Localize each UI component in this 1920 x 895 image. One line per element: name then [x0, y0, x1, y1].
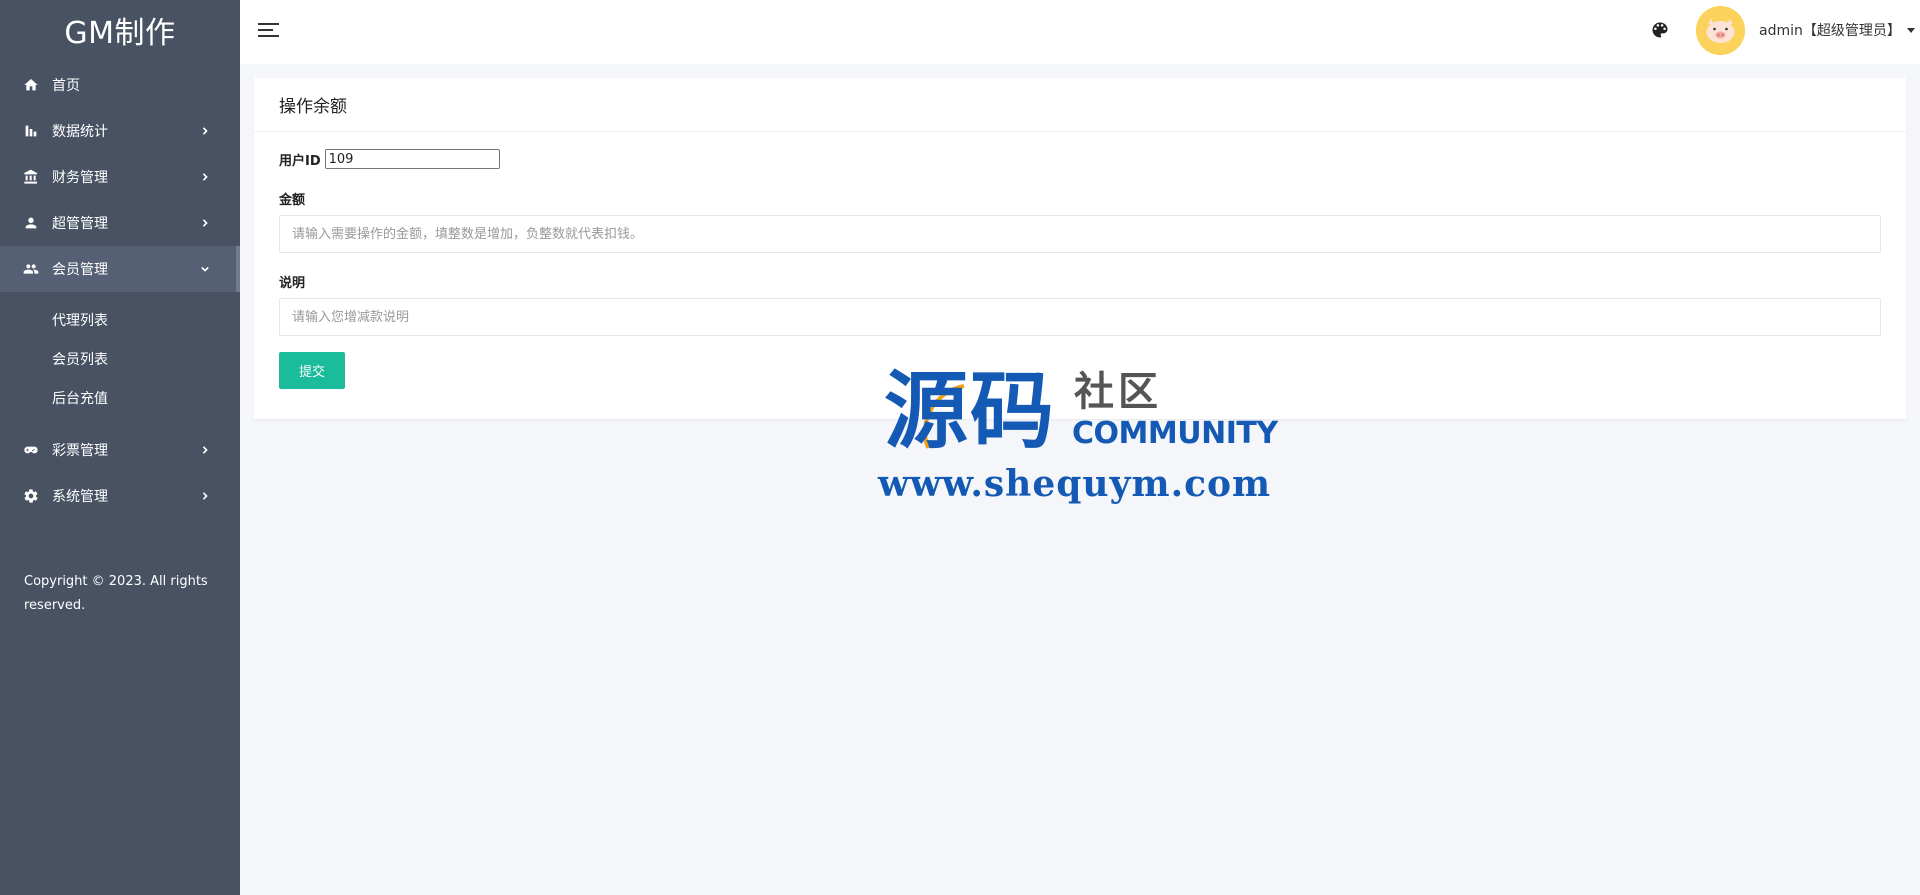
- sidebar: GM制作 首页 数据统计 财务管理 超管管理 会员管理 代理列表 会员列表 后台…: [0, 0, 240, 895]
- card-title: 操作余额: [254, 78, 1906, 132]
- sidebar-item-label: 会员管理: [52, 262, 108, 278]
- submit-button[interactable]: 提交: [279, 352, 345, 389]
- caret-down-icon: [1906, 27, 1915, 33]
- sidebar-item-stats[interactable]: 数据统计: [0, 108, 240, 154]
- submenu-item-member-list[interactable]: 会员列表: [0, 339, 240, 378]
- bank-icon: [22, 168, 40, 186]
- chevron-right-icon: [200, 172, 210, 182]
- app-root: GM制作 首页 数据统计 财务管理 超管管理 会员管理 代理列表 会员列表 后台…: [0, 0, 1920, 895]
- sidebar-menu: 首页 数据统计 财务管理 超管管理 会员管理: [0, 62, 240, 292]
- sidebar-item-label: 数据统计: [52, 124, 108, 140]
- sidebar-menu-lower: 彩票管理 系统管理: [0, 427, 240, 519]
- user-id-input[interactable]: [324, 149, 500, 169]
- palette-icon[interactable]: [1650, 20, 1670, 40]
- chevron-right-icon: [200, 445, 210, 455]
- amount-field-group: 金额: [279, 189, 1881, 253]
- chevron-right-icon: [200, 491, 210, 501]
- sidebar-item-finance[interactable]: 财务管理: [0, 154, 240, 200]
- home-icon: [22, 76, 40, 94]
- gear-icon: [22, 487, 40, 505]
- sidebar-item-label: 首页: [52, 78, 80, 94]
- sidebar-item-system[interactable]: 系统管理: [0, 473, 240, 519]
- person-icon: [22, 214, 40, 232]
- amount-label: 金额: [279, 193, 306, 208]
- chevron-right-icon: [200, 218, 210, 228]
- watermark-logo: 源码 社区 COMMUNITY www.shequym.com: [874, 368, 1286, 508]
- note-field-group: 说明: [279, 272, 1881, 336]
- copyright-text: Copyright © 2023. All rights reserved.: [24, 574, 208, 613]
- sidebar-item-home[interactable]: 首页: [0, 62, 240, 108]
- sidebar-item-superadmin[interactable]: 超管管理: [0, 200, 240, 246]
- user-dropdown[interactable]: admin【超级管理员】: [1759, 20, 1915, 40]
- sidebar-item-members[interactable]: 会员管理: [0, 246, 240, 292]
- user-id-label: 用户ID: [279, 153, 321, 169]
- balance-form: 用户ID 金额 说明 提交: [254, 132, 1906, 389]
- sidebar-item-label: 彩票管理: [52, 443, 108, 459]
- brand-title[interactable]: GM制作: [0, 0, 240, 60]
- avatar[interactable]: [1696, 6, 1745, 55]
- sidebar-item-label: 系统管理: [52, 489, 108, 505]
- chevron-down-icon: [200, 264, 210, 274]
- note-label: 说明: [279, 276, 306, 291]
- watermark-cn-sub: 社区: [1074, 369, 1162, 415]
- sidebar-item-label: 财务管理: [52, 170, 108, 186]
- bar-chart-icon: [22, 122, 40, 140]
- note-input[interactable]: [279, 298, 1881, 336]
- amount-input[interactable]: [279, 215, 1881, 253]
- members-submenu: 代理列表 会员列表 后台充值: [0, 292, 240, 425]
- top-header: admin【超级管理员】: [240, 0, 1920, 64]
- sidebar-item-lottery[interactable]: 彩票管理: [0, 427, 240, 473]
- user-name-label: admin【超级管理员】: [1759, 23, 1901, 39]
- watermark-en: COMMUNITY: [1072, 416, 1278, 451]
- group-icon: [22, 260, 40, 278]
- watermark-cn-main: 源码: [884, 362, 1057, 460]
- gamepad-icon: [22, 441, 40, 459]
- user-id-row: 用户ID: [279, 148, 1881, 170]
- submenu-item-backend-recharge[interactable]: 后台充值: [0, 378, 240, 417]
- submenu-item-agent-list[interactable]: 代理列表: [0, 300, 240, 339]
- chevron-right-icon: [200, 126, 210, 136]
- menu-toggle-icon[interactable]: [258, 20, 282, 40]
- watermark-url: www.shequym.com: [878, 463, 1272, 505]
- sidebar-item-label: 超管管理: [52, 216, 108, 232]
